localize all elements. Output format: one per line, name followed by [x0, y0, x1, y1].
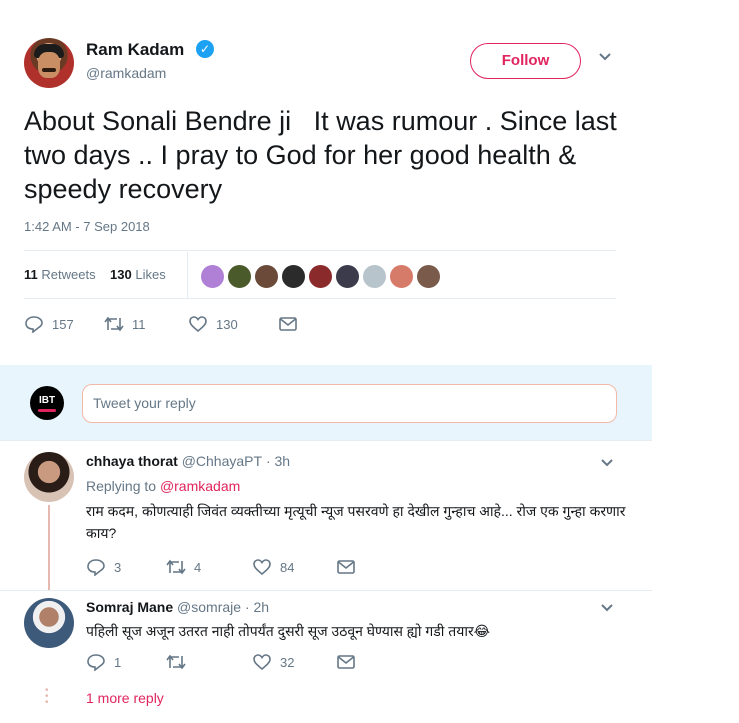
more-replies-link[interactable]: 1 more reply	[86, 690, 164, 706]
chevron-down-icon[interactable]	[598, 52, 612, 62]
reply-icon	[86, 653, 106, 671]
dm-icon	[336, 558, 356, 576]
reply-time[interactable]: · 2h	[245, 599, 269, 615]
divider	[24, 298, 616, 299]
retweet-count: 4	[194, 559, 202, 575]
retweet-button[interactable]: 11	[104, 315, 188, 333]
reply-count: 3	[114, 559, 122, 575]
reply-count: 1	[114, 654, 122, 670]
avatar[interactable]	[335, 264, 360, 289]
tweet-text: About Sonali Bendre ji It was rumour . S…	[24, 106, 625, 204]
dm-icon	[336, 653, 356, 671]
avatar[interactable]: IBT	[30, 386, 64, 420]
divider	[24, 250, 616, 251]
avatar[interactable]	[227, 264, 252, 289]
like-icon	[252, 653, 272, 671]
like-icon	[252, 558, 272, 576]
reply-actions: 1 32	[86, 653, 356, 671]
like-count: 32	[280, 654, 295, 670]
mention-link[interactable]: @ramkadam	[160, 478, 240, 494]
author-avatar[interactable]	[24, 38, 74, 88]
like-button[interactable]: 84	[252, 558, 336, 576]
tweet-actions: 157 11 130	[24, 315, 298, 333]
like-count: 84	[280, 559, 295, 575]
reply-icon	[86, 558, 106, 576]
likes-stat[interactable]: 130 Likes	[110, 267, 166, 282]
retweet-icon	[166, 653, 186, 671]
avatar[interactable]	[24, 452, 74, 502]
tweet-stats: 11 Retweets 130 Likes	[24, 267, 166, 282]
replying-to: Replying to @ramkadam	[86, 478, 241, 494]
avatar[interactable]	[281, 264, 306, 289]
avatar[interactable]	[389, 264, 414, 289]
verified-icon: ✓	[196, 40, 214, 58]
like-button[interactable]: 32	[252, 653, 336, 671]
avatar[interactable]	[416, 264, 441, 289]
dm-button[interactable]	[278, 315, 298, 333]
retweet-count: 11	[132, 316, 146, 332]
divider	[0, 590, 652, 591]
reply-text: राम कदम, कोणत्याही जिवंत व्यक्तीच्या मृत…	[86, 503, 626, 541]
reply-button[interactable]: 157	[24, 315, 104, 333]
thread-dots: • • •	[45, 685, 49, 708]
retweets-stat[interactable]: 11 Retweets	[24, 267, 96, 282]
reply-time[interactable]: · 3h	[266, 453, 290, 469]
retweet-icon	[166, 558, 186, 576]
liker-avatars	[200, 264, 441, 289]
reply-author[interactable]: Somraj Mane @somraje · 2h	[86, 599, 269, 615]
dm-button[interactable]	[336, 653, 356, 671]
retweet-button[interactable]: 4	[166, 558, 252, 576]
avatar[interactable]	[254, 264, 279, 289]
like-icon	[188, 315, 208, 333]
like-button[interactable]: 130	[188, 315, 278, 333]
reply-handle[interactable]: @somraje	[177, 599, 241, 615]
reply-author[interactable]: chhaya thorat @ChhayaPT · 3h	[86, 453, 290, 469]
avatar[interactable]	[308, 264, 333, 289]
avatar[interactable]	[362, 264, 387, 289]
reply-text: पहिली सूज अजून उतरत नाही तोपर्यंत दुसरी …	[86, 623, 491, 639]
dm-button[interactable]	[336, 558, 356, 576]
author-handle[interactable]: @ramkadam	[86, 65, 166, 81]
thread-line	[48, 505, 50, 590]
like-count: 130	[216, 316, 238, 332]
reply-handle[interactable]: @ChhayaPT	[182, 453, 262, 469]
reply-input[interactable]: Tweet your reply	[82, 384, 617, 423]
avatar[interactable]	[24, 598, 74, 648]
chevron-down-icon[interactable]	[600, 458, 614, 468]
divider	[187, 252, 188, 298]
reply-button[interactable]: 1	[86, 653, 166, 671]
chevron-down-icon[interactable]	[600, 603, 614, 613]
reply-actions: 3 4 84	[86, 558, 356, 576]
reply-icon	[24, 315, 44, 333]
follow-button[interactable]: Follow	[470, 43, 581, 79]
divider	[0, 440, 652, 441]
avatar[interactable]	[200, 264, 225, 289]
dm-icon	[278, 315, 298, 333]
retweet-icon	[104, 315, 124, 333]
author-name[interactable]: Ram Kadam	[86, 40, 184, 60]
reply-count: 157	[52, 316, 74, 332]
tweet-timestamp[interactable]: 1:42 AM - 7 Sep 2018	[24, 219, 150, 234]
reply-button[interactable]: 3	[86, 558, 166, 576]
retweet-button[interactable]	[166, 653, 252, 671]
